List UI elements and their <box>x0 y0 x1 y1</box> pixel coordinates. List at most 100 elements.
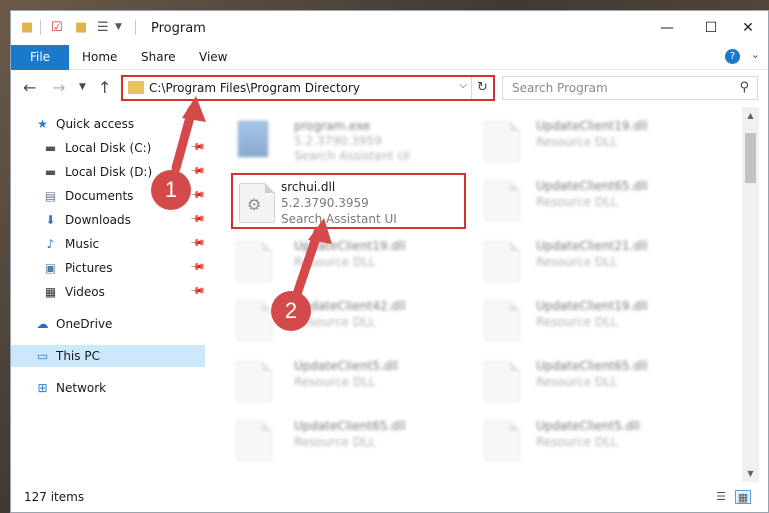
drive-icon: ▬ <box>44 141 57 155</box>
file-version: 5.2.3790.3959 <box>281 196 369 210</box>
pin-icon[interactable]: 📌 <box>189 211 206 228</box>
details-view-icon[interactable]: ☰ <box>713 490 729 504</box>
file-item[interactable]: UpdateClient21.dll Resource DLL <box>478 233 713 289</box>
search-icon[interactable]: ⚲ <box>739 80 749 95</box>
dll-file-icon <box>484 421 520 461</box>
address-row: ← → ▼ ↑ C:\Program Files\Program Directo… <box>11 71 768 105</box>
pin-icon[interactable]: 📌 <box>189 283 206 300</box>
file-name: UpdateClient5.dll <box>294 359 398 373</box>
vertical-scrollbar[interactable]: ▲ ▼ <box>742 107 759 482</box>
toolbar-separator <box>40 20 41 35</box>
properties-icon[interactable]: ☑ <box>51 20 63 35</box>
cloud-icon: ☁ <box>36 317 49 331</box>
scroll-down-icon[interactable]: ▼ <box>742 465 759 482</box>
minimize-button[interactable]: — <box>645 15 689 41</box>
pin-icon[interactable]: 📌 <box>189 235 206 252</box>
file-version: 5.2.3790.3959 <box>294 134 382 148</box>
tab-file[interactable]: File <box>11 45 69 70</box>
toolbar-separator <box>135 20 136 35</box>
file-item[interactable]: UpdateClient19.dll Resource DLL <box>230 233 465 289</box>
music-icon: ♪ <box>46 237 55 251</box>
scroll-up-icon[interactable]: ▲ <box>742 107 759 124</box>
nav-item-label: Downloads <box>65 213 131 227</box>
address-path[interactable]: C:\Program Files\Program Directory <box>149 81 360 95</box>
up-icon[interactable]: ↑ <box>98 78 111 97</box>
nav-item-pictures[interactable]: ▣ Pictures 📌 <box>11 257 206 279</box>
videos-icon: ▦ <box>44 285 57 299</box>
dll-file-icon <box>484 241 520 281</box>
search-input[interactable]: Search Program ⚲ <box>502 76 758 100</box>
dll-file-icon <box>484 121 520 161</box>
nav-item-network[interactable]: ⊞ Network <box>11 377 205 399</box>
file-item[interactable]: UpdateClient65.dll Resource DLL <box>478 173 713 229</box>
customize-toolbar-icon[interactable]: ☰ <box>97 20 109 35</box>
nav-item-downloads[interactable]: ⬇ Downloads 📌 <box>11 209 205 231</box>
file-item[interactable]: UpdateClient5.dll Resource DLL <box>478 413 713 469</box>
dll-file-icon <box>484 361 520 401</box>
file-name: UpdateClient19.dll <box>536 119 648 133</box>
file-description: Resource DLL <box>536 315 618 329</box>
search-placeholder: Search Program <box>512 81 608 95</box>
folder-icon: ■ <box>21 20 34 35</box>
ribbon-tabs: File Home Share View ? ⌄ <box>11 45 768 70</box>
file-description: Resource DLL <box>536 135 618 149</box>
gear-icon: ⚙ <box>247 195 262 214</box>
nav-item-label: Documents <box>65 189 134 203</box>
chevron-down-icon[interactable]: ⌵ <box>459 80 467 91</box>
file-item[interactable]: UpdateClient19.dll Resource DLL <box>478 113 713 169</box>
file-item[interactable]: UpdateClient65.dll Resource DLL <box>478 353 713 409</box>
dll-file-icon <box>484 181 520 221</box>
nav-item-label: Network <box>56 381 107 395</box>
address-bar[interactable]: C:\Program Files\Program Directory ⌵ ↻ <box>121 75 495 101</box>
new-folder-icon[interactable]: ■ <box>75 20 87 35</box>
callout-badge-2: 2 <box>271 291 311 331</box>
file-name: UpdateClient65.dll <box>536 359 648 373</box>
tab-view[interactable]: View <box>199 45 227 70</box>
status-bar: 127 items ☰ ▦ <box>11 483 768 512</box>
chevron-up-icon[interactable]: ⌄ <box>751 48 760 61</box>
forward-icon[interactable]: → <box>52 78 65 97</box>
window-title: Program <box>151 21 206 36</box>
recent-locations-icon[interactable]: ▼ <box>79 82 86 92</box>
file-item[interactable]: UpdateClient19.dll Resource DLL <box>478 293 713 349</box>
nav-item-label: OneDrive <box>56 317 113 331</box>
pin-icon[interactable]: 📌 <box>189 259 206 276</box>
pin-icon[interactable]: 📌 <box>189 187 206 204</box>
star-icon: ★ <box>37 117 48 131</box>
nav-item-local-disk-c[interactable]: ▬ Local Disk (C:) 📌 <box>11 137 206 159</box>
nav-item-onedrive[interactable]: ☁ OneDrive <box>11 313 205 335</box>
file-item-srchui-dll[interactable]: ⚙ srchui.dll 5.2.3790.3959 Search Assist… <box>231 173 466 229</box>
file-item-program-exe[interactable]: program.exe 5.2.3790.3959 Search Assista… <box>230 113 465 169</box>
nav-item-label: This PC <box>56 349 100 363</box>
drive-icon: ▬ <box>44 165 57 179</box>
help-icon[interactable]: ? <box>725 49 740 64</box>
nav-item-music[interactable]: ♪ Music 📌 <box>11 233 206 255</box>
file-item[interactable]: UpdateClient5.dll Resource DLL <box>230 353 465 409</box>
nav-item-this-pc[interactable]: ▭ This PC <box>11 345 205 367</box>
file-description: Resource DLL <box>536 435 618 449</box>
tab-home[interactable]: Home <box>82 45 117 70</box>
file-description: Resource DLL <box>536 375 618 389</box>
file-name: UpdateClient65.dll <box>536 179 648 193</box>
file-name: program.exe <box>294 119 371 133</box>
pictures-icon: ▣ <box>44 261 57 275</box>
file-item[interactable]: UpdateClient42.dll Resource DLL <box>230 293 465 349</box>
file-item[interactable]: UpdateClient65.dll Resource DLL <box>230 413 465 469</box>
nav-item-videos[interactable]: ▦ Videos 📌 <box>11 281 206 303</box>
pin-icon[interactable]: 📌 <box>189 139 206 156</box>
file-description: Resource DLL <box>294 375 376 389</box>
pin-icon[interactable]: 📌 <box>189 163 206 180</box>
file-name: UpdateClient65.dll <box>294 419 406 433</box>
dll-file-icon <box>236 421 272 461</box>
back-icon[interactable]: ← <box>23 78 36 97</box>
file-name: UpdateClient19.dll <box>294 239 406 253</box>
file-name: UpdateClient19.dll <box>536 299 648 313</box>
network-icon: ⊞ <box>37 381 48 395</box>
tab-share[interactable]: Share <box>141 45 176 70</box>
refresh-icon[interactable]: ↻ <box>471 77 493 99</box>
nav-item-quick-access[interactable]: ★ Quick access <box>11 113 205 135</box>
tiles-view-icon[interactable]: ▦ <box>735 490 751 504</box>
close-button[interactable]: ✕ <box>726 15 769 41</box>
chevron-down-icon[interactable]: ▼ <box>115 22 122 32</box>
scrollbar-thumb[interactable] <box>745 133 756 183</box>
